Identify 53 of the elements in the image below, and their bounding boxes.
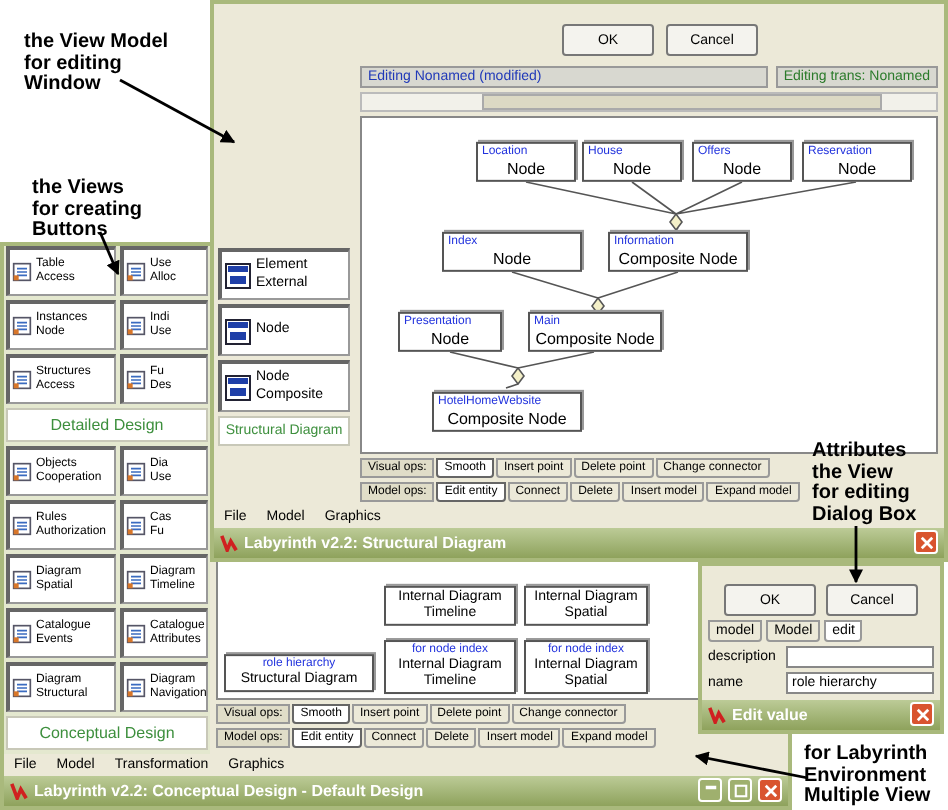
list-icon: [12, 624, 32, 644]
close-icon: [915, 708, 929, 722]
pointer-arrow: [119, 78, 236, 144]
node-title: Node: [506, 159, 546, 178]
list-icon: [126, 316, 146, 336]
node-title: Node: [492, 249, 532, 268]
list-icon: [12, 262, 32, 282]
node-icon: [224, 317, 252, 345]
annotation-text: Attributes the View for editing Dialog Box: [812, 442, 919, 526]
horizontal-scrollbar[interactable]: [360, 92, 938, 112]
list-icon: [126, 678, 146, 698]
window-title: Labyrinth v2.2: Conceptual Design - Default Design: [34, 782, 426, 800]
list-icon: [12, 316, 32, 336]
list-icon: [126, 462, 146, 482]
logo-icon: [10, 782, 28, 800]
node-title: Composite Node: [447, 409, 567, 428]
node-icon: [224, 373, 252, 401]
list-icon: [126, 370, 146, 390]
list-icon: [12, 570, 32, 590]
list-icon: [12, 370, 32, 390]
pointer-arrow: [849, 526, 863, 584]
close-icon: [763, 784, 777, 798]
node-title: Composite Node: [535, 329, 655, 348]
annotation-text: the View Model for editing Window: [24, 33, 171, 96]
list-icon: [12, 462, 32, 482]
window-title: Labyrinth v2.2: Structural Diagram: [244, 534, 509, 552]
list-icon: [12, 678, 32, 698]
node-title: Node: [612, 159, 652, 178]
annotation-text: the Views for creating Buttons: [32, 179, 145, 242]
close-button[interactable]: [914, 531, 938, 555]
list-icon: [126, 624, 146, 644]
list-icon: [12, 516, 32, 536]
logo-icon: [220, 534, 238, 552]
dialog-title: Edit value: [732, 706, 810, 724]
maximize-icon: [733, 784, 747, 798]
node-title: Composite Node: [618, 249, 738, 268]
node-icon: [224, 261, 252, 289]
close-button[interactable]: [758, 779, 782, 803]
list-icon: [126, 516, 146, 536]
minimize-button[interactable]: [698, 779, 722, 803]
list-icon: [126, 570, 146, 590]
palette-heading: Detailed Design: [6, 408, 208, 442]
close-icon: [919, 536, 933, 550]
logo-icon: [708, 706, 726, 724]
node-title: Node: [430, 329, 470, 348]
text-field[interactable]: [786, 646, 934, 668]
annotation-text: for Labyrinth Environment Multiple View: [804, 745, 933, 808]
node-title: Node: [837, 159, 877, 178]
maximize-button[interactable]: [728, 779, 752, 803]
palette-heading: Conceptual Design: [6, 716, 208, 750]
list-icon: [126, 262, 146, 282]
close-button[interactable]: [910, 703, 934, 727]
node-title: Node: [722, 159, 762, 178]
